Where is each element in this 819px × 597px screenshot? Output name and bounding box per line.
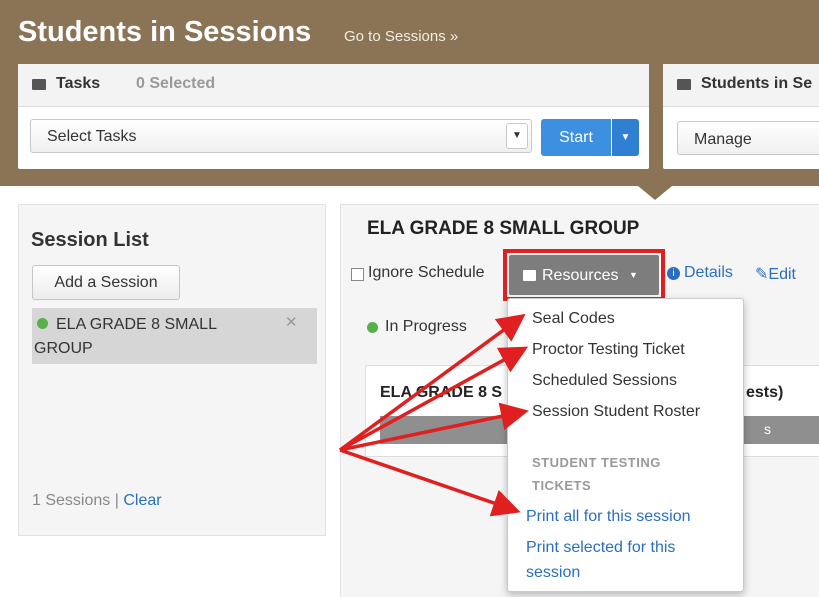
arrow-to-proctor-ticket xyxy=(339,346,529,452)
arrow-to-print-all xyxy=(339,448,521,517)
annotation-arrows xyxy=(338,313,529,517)
